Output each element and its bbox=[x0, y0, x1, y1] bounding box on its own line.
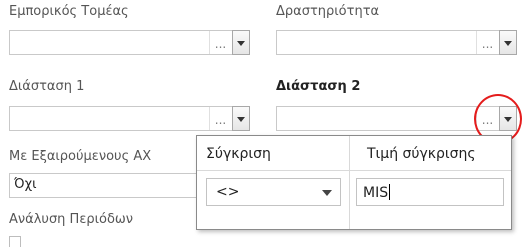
compare-value-text: MIS bbox=[363, 185, 389, 201]
compare-header: Σύγκριση bbox=[206, 146, 271, 162]
dimension-1-dropdown-button[interactable] bbox=[232, 106, 250, 131]
compare-value-input[interactable]: MIS bbox=[356, 178, 504, 206]
label-excluded-accounts: Με Εξαιρούμενους ΑΧ bbox=[9, 149, 152, 164]
chevron-down-icon bbox=[504, 41, 512, 46]
operator-value: <> bbox=[216, 184, 240, 200]
label-dimension-1: Διάσταση 1 bbox=[9, 79, 85, 94]
label-activity: Δραστηριότητα bbox=[276, 4, 380, 19]
chevron-down-icon bbox=[237, 41, 245, 46]
comparison-popup: Σύγκριση Τιμή σύγκρισης <> MIS bbox=[196, 135, 512, 230]
column-divider bbox=[349, 136, 350, 229]
operator-select[interactable]: <> bbox=[206, 178, 341, 206]
label-commercial-sector: Εμπορικός Τομέας bbox=[9, 4, 129, 19]
label-dimension-2: Διάσταση 2 bbox=[276, 79, 361, 94]
activity-dropdown-button[interactable] bbox=[499, 30, 517, 55]
text-caret bbox=[389, 184, 391, 200]
dimension-1-lookup-button[interactable]: ... bbox=[209, 107, 231, 130]
activity-field[interactable]: ... bbox=[276, 30, 517, 55]
chevron-down-icon bbox=[322, 190, 332, 196]
commercial-sector-lookup-button[interactable]: ... bbox=[209, 31, 231, 54]
compare-value-header: Τιμή σύγκρισης bbox=[367, 146, 476, 162]
chevron-down-icon bbox=[237, 117, 245, 122]
dimension-1-field[interactable]: ... bbox=[9, 106, 250, 131]
excluded-accounts-field[interactable]: Όχι bbox=[9, 173, 209, 198]
activity-lookup-button[interactable]: ... bbox=[476, 31, 498, 54]
commercial-sector-dropdown-button[interactable] bbox=[232, 30, 250, 55]
commercial-sector-field[interactable]: ... bbox=[9, 30, 250, 55]
period-analysis-field[interactable] bbox=[9, 236, 21, 247]
label-period-analysis: Ανάλυση Περιόδων bbox=[9, 212, 134, 227]
row-divider bbox=[197, 170, 511, 171]
excluded-accounts-value: Όχι bbox=[14, 177, 37, 192]
